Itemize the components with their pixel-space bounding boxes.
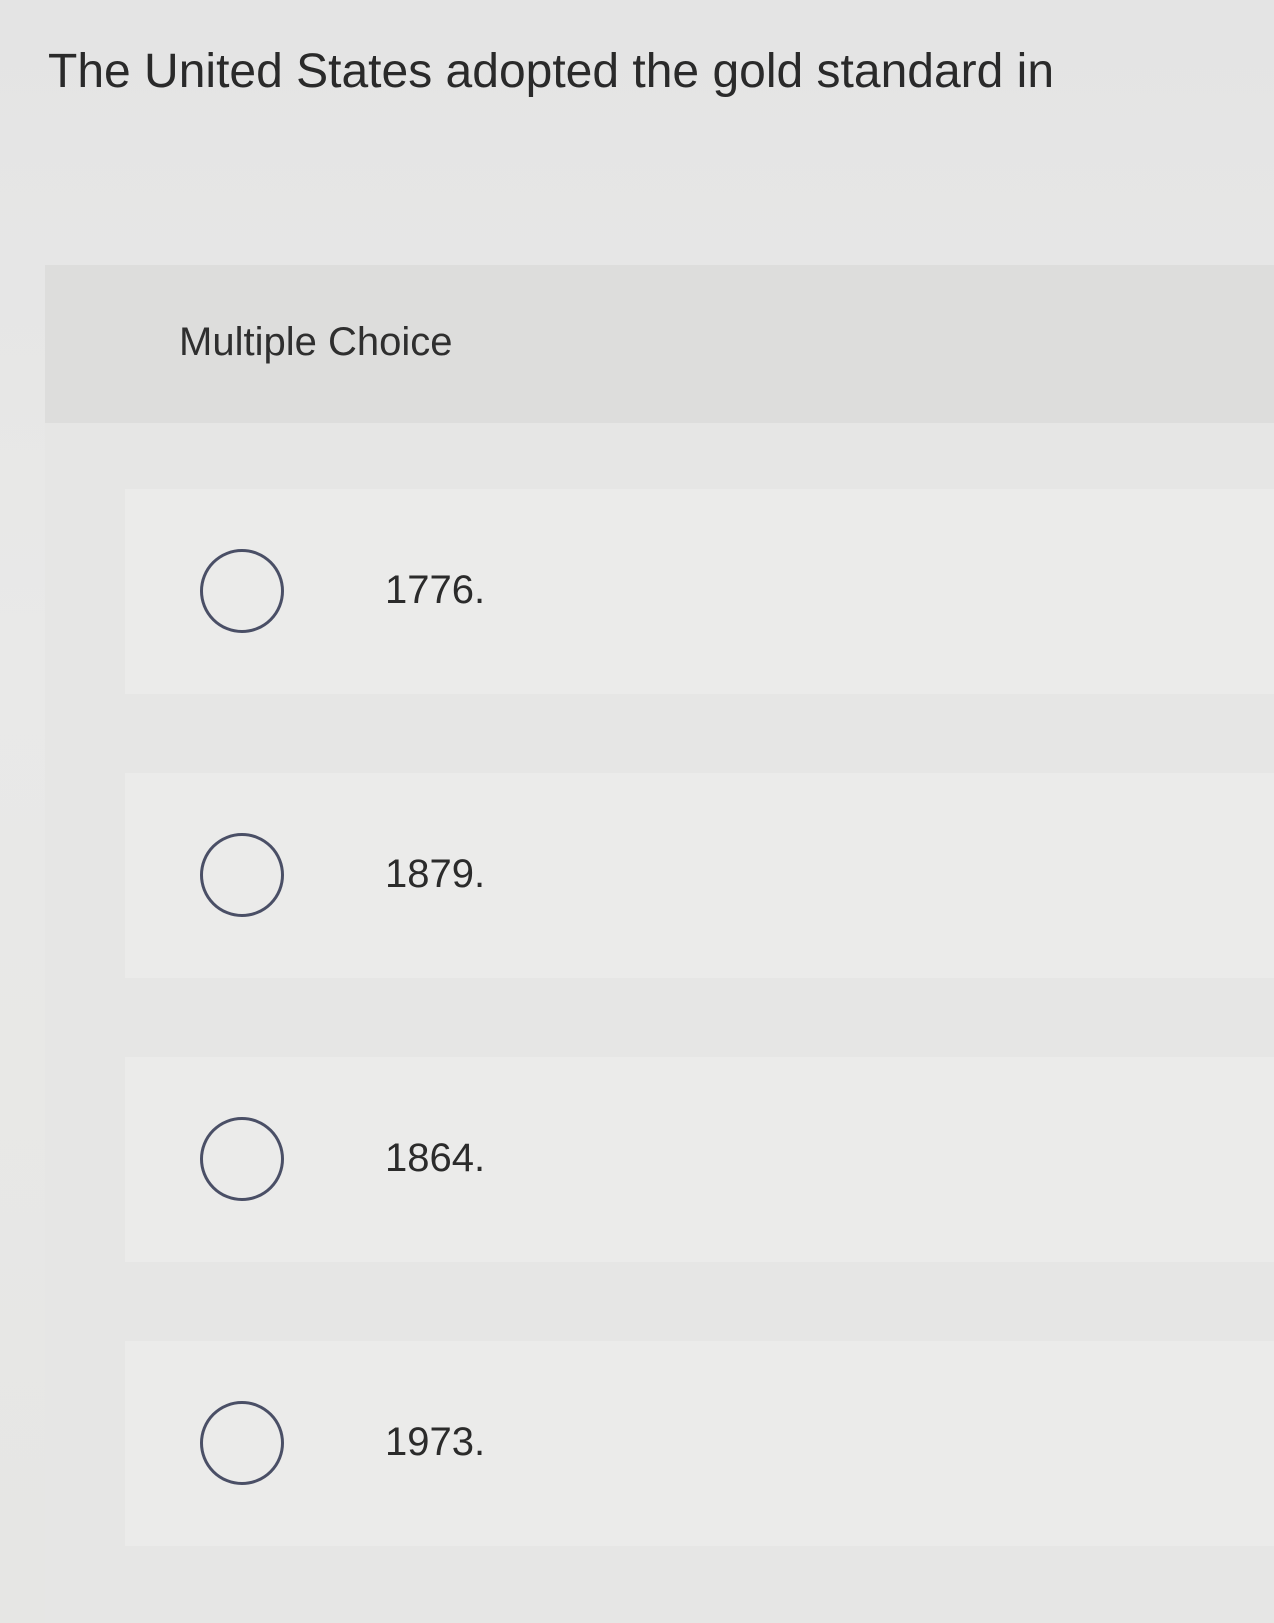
question-type-label: Multiple Choice — [179, 320, 453, 364]
answer-option-label[interactable]: 1864. — [385, 1133, 485, 1183]
card-header: Multiple Choice — [45, 265, 1274, 423]
answer-option-label[interactable]: 1776. — [385, 565, 485, 615]
radio-button-icon[interactable] — [200, 1117, 284, 1201]
answer-option-4[interactable]: 1973. — [125, 1341, 1274, 1546]
radio-button-icon[interactable] — [200, 833, 284, 917]
radio-button-icon[interactable] — [200, 549, 284, 633]
question-text: The United States adopted the gold stand… — [48, 45, 1055, 98]
answer-option-1[interactable]: 1776. — [125, 489, 1274, 694]
multiple-choice-card: Multiple Choice 1776. 1879. 1864. 1973. — [45, 265, 1274, 1623]
answer-option-label[interactable]: 1879. — [385, 849, 485, 899]
radio-button-icon[interactable] — [200, 1401, 284, 1485]
answer-option-3[interactable]: 1864. — [125, 1057, 1274, 1262]
answer-option-2[interactable]: 1879. — [125, 773, 1274, 978]
answer-option-label[interactable]: 1973. — [385, 1417, 485, 1467]
